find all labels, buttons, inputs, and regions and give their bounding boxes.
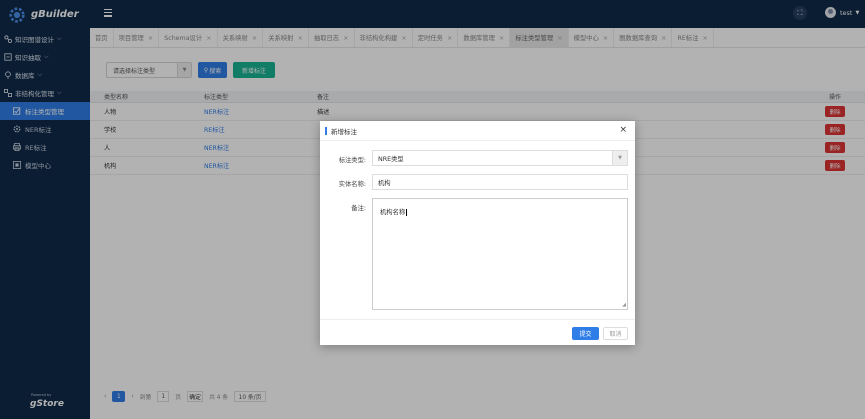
entity-name-field[interactable]: 机构 xyxy=(372,174,628,190)
dialog-header: 新增标注 × xyxy=(320,121,635,141)
note-value: 机构名称 xyxy=(380,209,406,216)
type-field-label: 标注类型: xyxy=(338,157,366,164)
resize-handle-icon[interactable]: ◢ xyxy=(622,302,626,308)
note-field-label: 备注: xyxy=(351,205,366,212)
note-textarea[interactable]: 机构名称 ◢ xyxy=(372,198,628,310)
label-type-value: NRE类型 xyxy=(378,155,404,163)
label-type-field[interactable]: NRE类型 ▼ xyxy=(372,150,628,166)
chevron-down-icon: ▼ xyxy=(612,151,627,165)
cancel-button[interactable]: 取消 xyxy=(603,327,628,340)
entity-name-value: 机构 xyxy=(378,179,391,187)
dialog-title: 新增标注 xyxy=(331,127,357,136)
dialog-footer: 提交 取消 xyxy=(320,319,635,345)
name-field-label: 实体名称: xyxy=(338,181,366,188)
submit-button[interactable]: 提交 xyxy=(572,327,599,340)
add-label-dialog: 新增标注 × 标注类型: NRE类型 ▼ 实体名称: 机构 备注: 机构名称 ◢… xyxy=(320,121,635,345)
title-accent xyxy=(325,126,327,135)
text-cursor xyxy=(405,208,407,216)
dialog-form: 标注类型: NRE类型 ▼ 实体名称: 机构 备注: 机构名称 ◢ xyxy=(320,141,635,319)
close-icon[interactable]: × xyxy=(619,126,627,135)
